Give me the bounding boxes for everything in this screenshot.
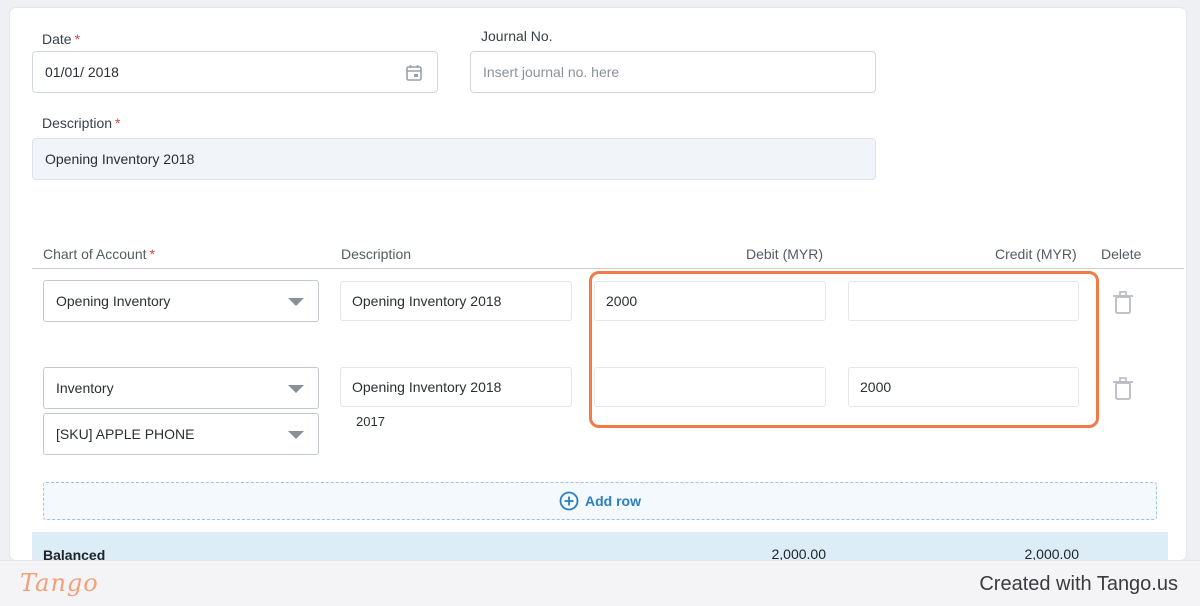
- add-row-label: Add row: [585, 493, 641, 509]
- chevron-down-icon: [288, 431, 304, 439]
- date-field[interactable]: 01/01/ 2018: [32, 51, 438, 93]
- debit-input-row-2[interactable]: [594, 367, 826, 407]
- account-value: Inventory: [56, 380, 114, 396]
- tango-logo: Tango: [20, 569, 99, 597]
- row-description-value: Opening Inventory 2018: [352, 293, 502, 309]
- sku-value: [SKU] APPLE PHONE: [56, 426, 195, 442]
- header-chart-of-account: Chart of Account *: [43, 246, 155, 262]
- header-description: Description: [341, 246, 412, 262]
- description-input[interactable]: Opening Inventory 2018: [32, 138, 876, 180]
- journal-no-placeholder: Insert journal no. here: [483, 64, 620, 80]
- balanced-label: Balanced: [43, 547, 106, 560]
- date-value: 01/01/ 2018: [45, 64, 119, 80]
- trash-icon[interactable]: [1112, 377, 1134, 401]
- row-description-value: Opening Inventory 2018: [352, 379, 502, 395]
- calendar-icon[interactable]: [405, 64, 423, 82]
- account-value: Opening Inventory: [56, 293, 171, 309]
- debit-value: 2000: [606, 293, 638, 309]
- header-debit: Debit (MYR): [746, 246, 824, 262]
- credit-value: 2000: [860, 379, 892, 395]
- credit-input-row-1[interactable]: [848, 281, 1079, 321]
- row-note: 2017: [356, 414, 385, 429]
- account-select-row-2[interactable]: Inventory: [43, 367, 319, 409]
- header-delete: Delete: [1101, 246, 1142, 262]
- sku-select-row-2[interactable]: [SKU] APPLE PHONE: [43, 413, 319, 455]
- chevron-down-icon: [288, 298, 304, 306]
- journal-no-input[interactable]: Insert journal no. here: [470, 51, 876, 93]
- trash-icon[interactable]: [1112, 291, 1134, 315]
- chevron-down-icon: [288, 385, 304, 393]
- header-credit: Credit (MYR): [995, 246, 1077, 262]
- debit-input-row-1[interactable]: 2000: [594, 281, 826, 321]
- created-with-text: Created with Tango.us: [979, 573, 1178, 595]
- tango-footer: Tango Created with Tango.us: [0, 560, 1200, 606]
- header-divider: [32, 268, 1184, 269]
- account-select-row-1[interactable]: Opening Inventory: [43, 280, 319, 322]
- description-input-row-2[interactable]: Opening Inventory 2018: [340, 367, 572, 407]
- description-input-row-1[interactable]: Opening Inventory 2018: [340, 281, 572, 321]
- date-label: Date *: [42, 31, 81, 47]
- journal-entry-form: Date * 01/01/ 2018 Journal No. Insert jou…: [10, 8, 1186, 560]
- description-value: Opening Inventory 2018: [45, 151, 195, 167]
- debit-total: 2,000.00: [771, 546, 827, 560]
- add-row-button[interactable]: Add row: [43, 482, 1157, 520]
- balanced-row: Balanced 2,000.00 2,000.00: [32, 532, 1168, 560]
- credit-total: 2,000.00: [1024, 546, 1080, 560]
- credit-input-row-2[interactable]: 2000: [848, 367, 1079, 407]
- plus-circle-icon: [559, 491, 579, 511]
- description-label: Description *: [42, 115, 121, 131]
- journal-no-label: Journal No.: [481, 28, 553, 44]
